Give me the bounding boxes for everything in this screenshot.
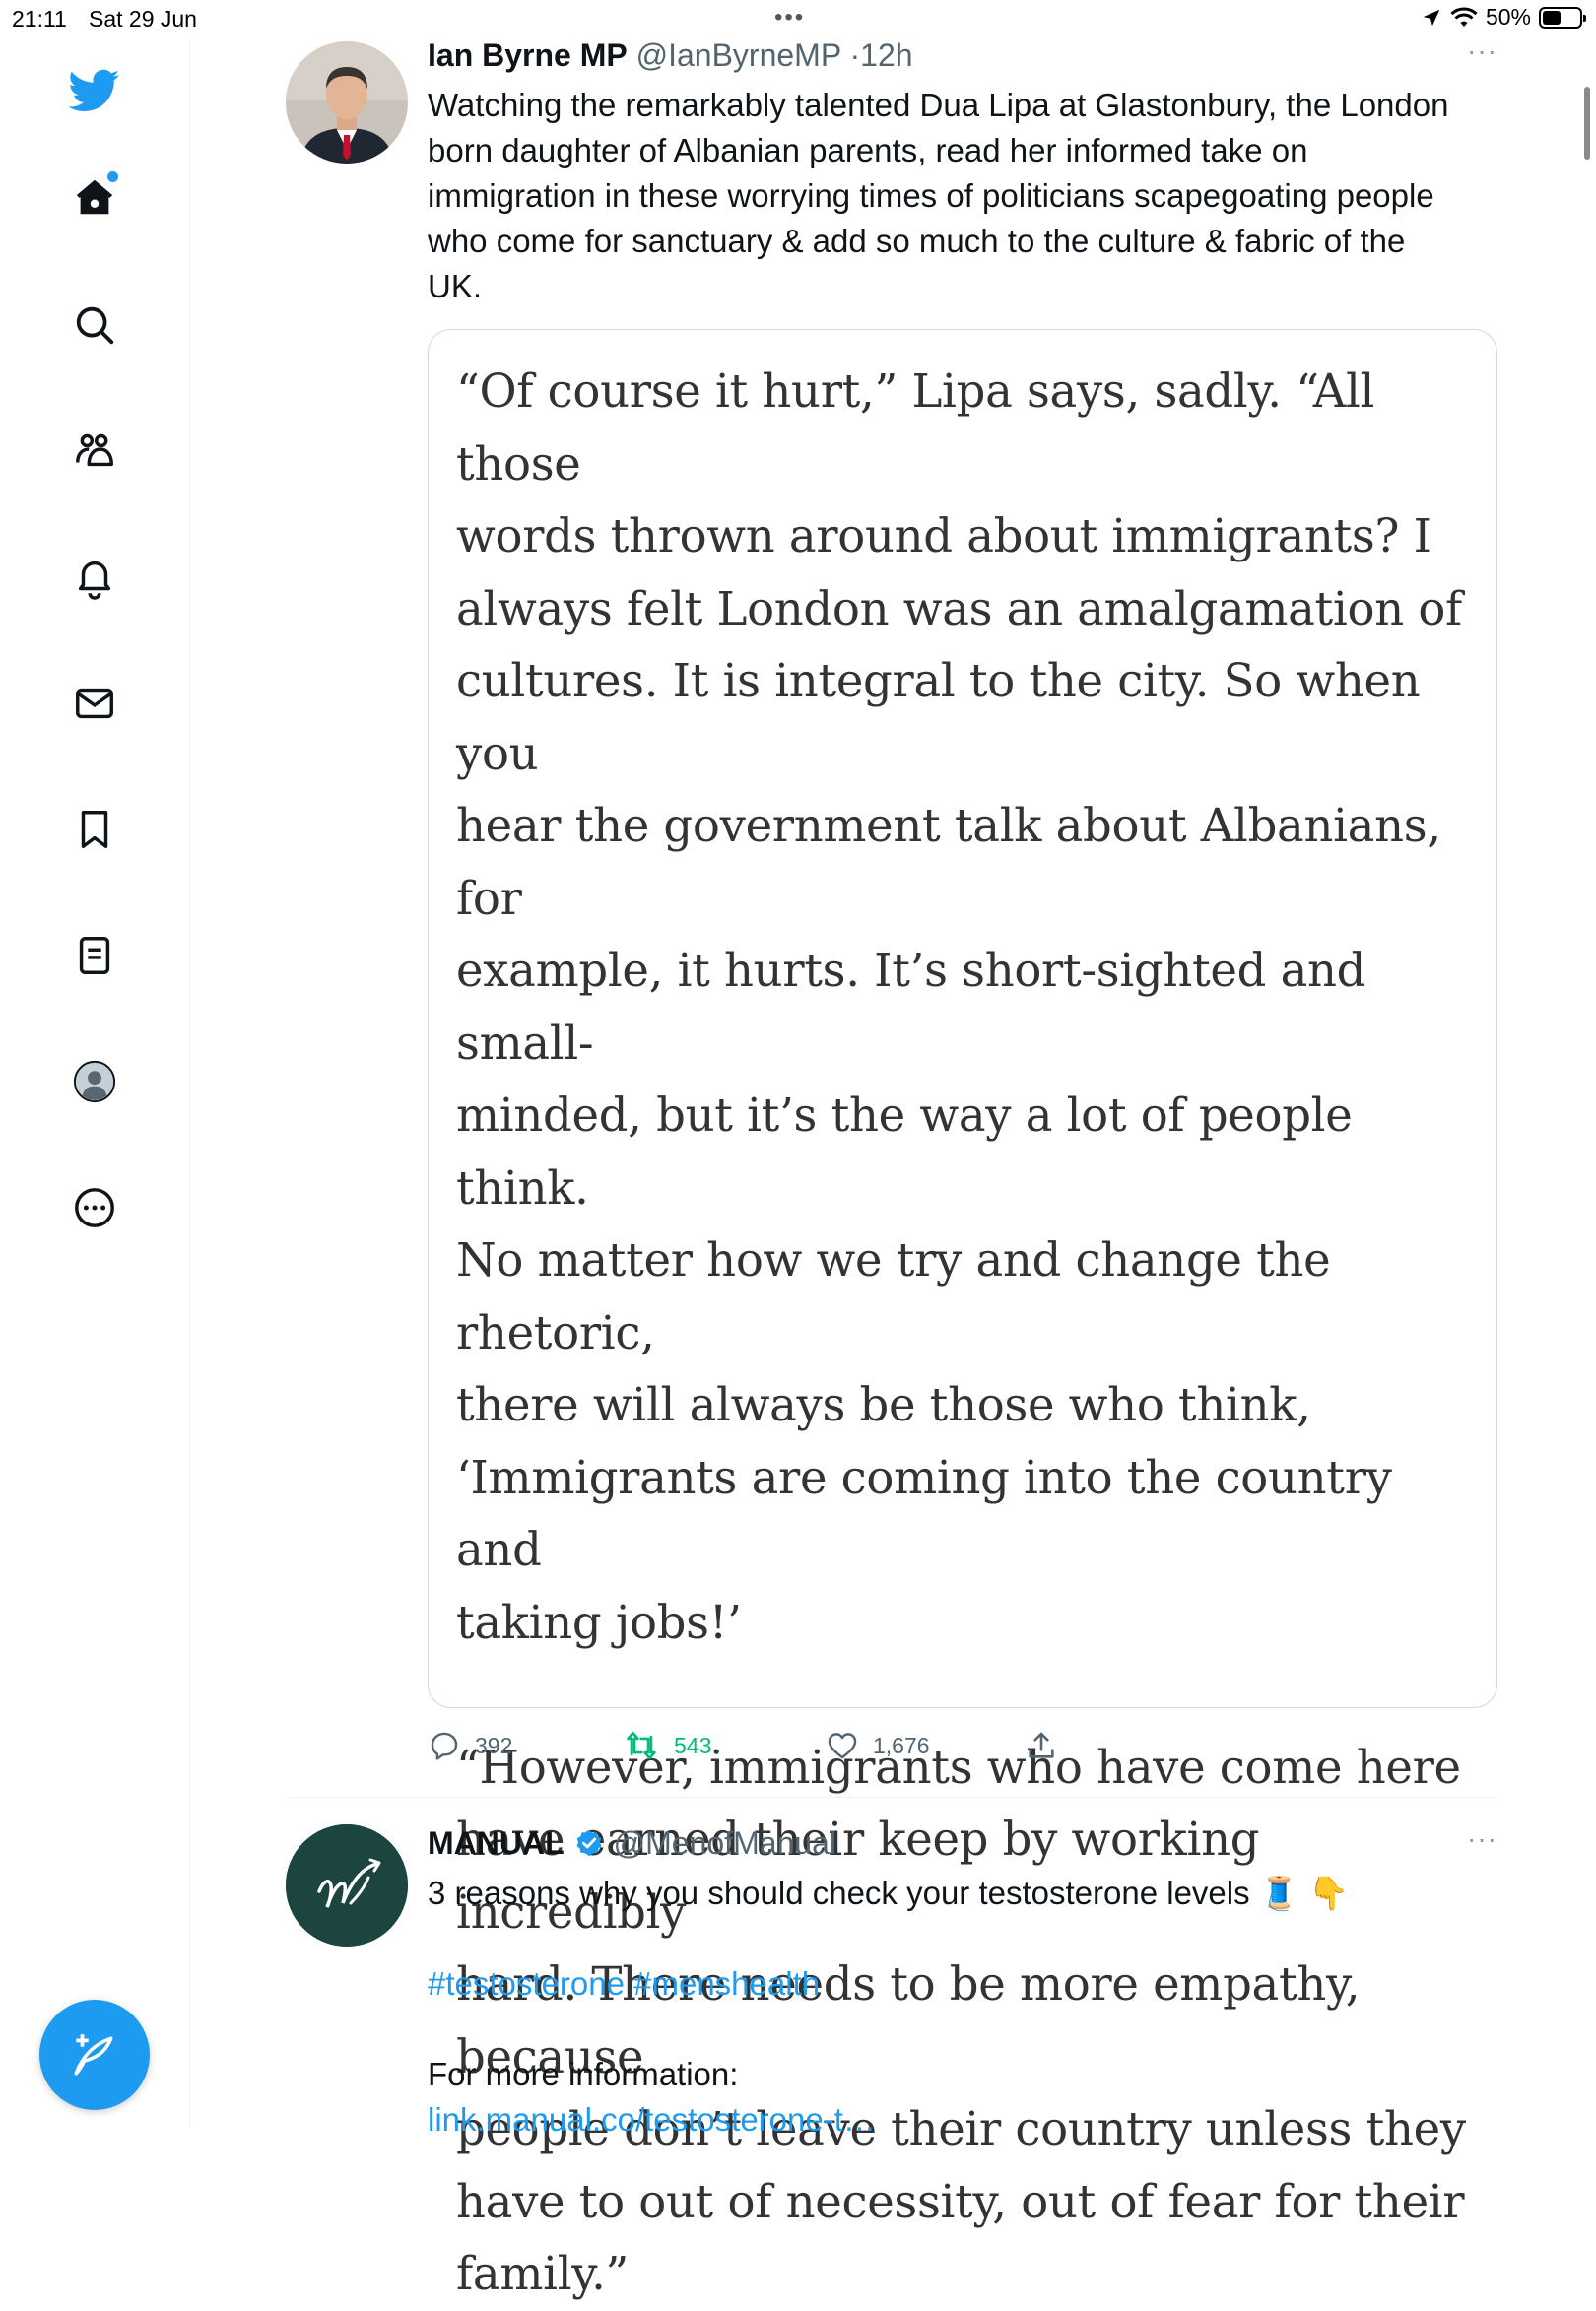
lists-icon[interactable]	[65, 926, 124, 985]
retweet-icon	[627, 1731, 656, 1760]
profile-avatar-icon[interactable]	[65, 1052, 124, 1111]
communities-icon[interactable]	[65, 422, 124, 481]
tweet-header: MANUAL @MenofManual	[428, 1823, 1497, 1863]
tweet-link[interactable]: link.manual.co/testosterone-t…	[428, 2097, 1497, 2143]
tweet-text-main: 3 reasons why you should check your test…	[428, 1875, 1250, 1911]
tweet-manual[interactable]: MANUAL @MenofManual ··· 3 reasons why yo…	[428, 1823, 1497, 2143]
search-icon[interactable]	[65, 296, 124, 355]
retweet-count: 543	[674, 1732, 712, 1758]
author-name[interactable]: Ian Byrne MP	[428, 37, 628, 73]
quote-line: No matter how we try and change the rhet…	[456, 1233, 1331, 1359]
share-button[interactable]	[1025, 1729, 1058, 1762]
quote-line: always felt London was an amalgamation o…	[456, 581, 1462, 635]
tweet-info-label: For more information:	[428, 2056, 739, 2092]
heart-icon	[828, 1733, 857, 1759]
battery-icon	[1539, 6, 1586, 29]
tweet-text-line: Watching the remarkably talented Dua Lip…	[428, 87, 1449, 123]
quote-line: taking jobs!’	[456, 1595, 742, 1649]
author-handle[interactable]: @IanByrneMP	[636, 37, 841, 73]
tweet-text: 3 reasons why you should check your test…	[428, 1871, 1497, 1916]
multitasking-dots[interactable]: •••	[774, 4, 805, 32]
quote-line: cultures. It is integral to the city. So…	[456, 654, 1421, 780]
quote-line: example, it hurts. It’s short-sighted an…	[456, 944, 1366, 1070]
compose-tweet-icon	[74, 2034, 113, 2076]
notifications-bell-icon[interactable]	[65, 548, 124, 607]
like-button[interactable]: 1,676	[826, 1729, 930, 1762]
tweet-header: Ian Byrne MP @IanByrneMP ·12h	[428, 35, 1497, 75]
quote-line: family.”	[456, 2247, 630, 2300]
location-arrow-icon	[1423, 9, 1440, 26]
verified-badge-icon	[576, 1829, 602, 1857]
compose-tweet-button[interactable]	[39, 2000, 150, 2110]
bookmark-icon[interactable]	[65, 800, 124, 859]
like-count: 1,676	[873, 1732, 930, 1758]
battery-percent: 50%	[1485, 4, 1531, 30]
quote-line: have to out of necessity, out of fear fo…	[456, 2174, 1465, 2228]
reply-button[interactable]: 392	[428, 1729, 512, 1762]
manual-avatar[interactable]	[286, 1824, 408, 1947]
tweet-text-line: UK.	[428, 268, 483, 304]
header-separator: ·	[849, 37, 861, 73]
quote-line: ‘Immigrants are coming into the country …	[456, 1450, 1392, 1577]
quote-line: minded, but it’s the way a lot of people…	[456, 1089, 1353, 1215]
more-circle-icon[interactable]	[65, 1178, 124, 1237]
reply-count: 392	[475, 1732, 513, 1758]
tweet-actions: 392 543 1,676	[428, 1729, 1117, 1772]
quote-line: words thrown around about immigrants? I	[456, 509, 1431, 562]
share-icon	[1029, 1732, 1054, 1758]
status-bar: 21:11 Sat 29 Jun ••• 50%	[0, 0, 1596, 39]
reply-icon	[431, 1732, 458, 1760]
twitter-bird-icon[interactable]	[65, 61, 124, 120]
tweet-text: Watching the remarkably talented Dua Lip…	[428, 83, 1497, 309]
scrollbar[interactable]	[1584, 87, 1590, 160]
quote-line: “Of course it hurt,” Lipa says, sadly. “…	[456, 364, 1375, 491]
tweet-ian-byrne[interactable]: Ian Byrne MP @IanByrneMP ·12h ··· Watchi…	[428, 35, 1497, 309]
tweet-more-icon[interactable]: ···	[1467, 1823, 1497, 1855]
wifi-icon	[1450, 6, 1478, 27]
tweet-time[interactable]: 12h	[860, 37, 912, 73]
notification-dot	[107, 171, 118, 182]
author-name[interactable]: MANUAL	[428, 1823, 565, 1863]
tweet-text-line: born daughter of Albanian parents, read …	[428, 132, 1308, 168]
status-right: 50%	[1421, 4, 1586, 31]
retweet-button[interactable]: 543	[623, 1729, 711, 1762]
home-icon[interactable]	[65, 167, 124, 227]
tweet-emojis: 🧵 👇	[1258, 1875, 1350, 1911]
messages-envelope-icon[interactable]	[65, 674, 124, 733]
sidebar	[0, 39, 190, 2128]
status-time: 21:11	[12, 6, 67, 32]
tweet-divider	[286, 1797, 1497, 1798]
tweet-more-icon[interactable]: ···	[1467, 35, 1497, 67]
quote-line	[456, 1659, 1481, 1732]
tweet-hashtags[interactable]: #testosterone #menshealth	[428, 1961, 1497, 2007]
quote-line: there will always be those who think,	[456, 1378, 1311, 1431]
tweet-image-quote[interactable]: “Of course it hurt,” Lipa says, sadly. “…	[428, 329, 1497, 2300]
quote-line: hear the government talk about Albanians…	[456, 799, 1441, 925]
status-date: Sat 29 Jun	[89, 6, 197, 32]
tweet-text-line: who come for sanctuary & add so much to …	[428, 223, 1406, 259]
author-handle[interactable]: @MenofManual	[614, 1823, 836, 1863]
tweet-text-line: immigration in these worrying times of p…	[428, 177, 1434, 214]
author-avatar[interactable]	[286, 41, 408, 164]
